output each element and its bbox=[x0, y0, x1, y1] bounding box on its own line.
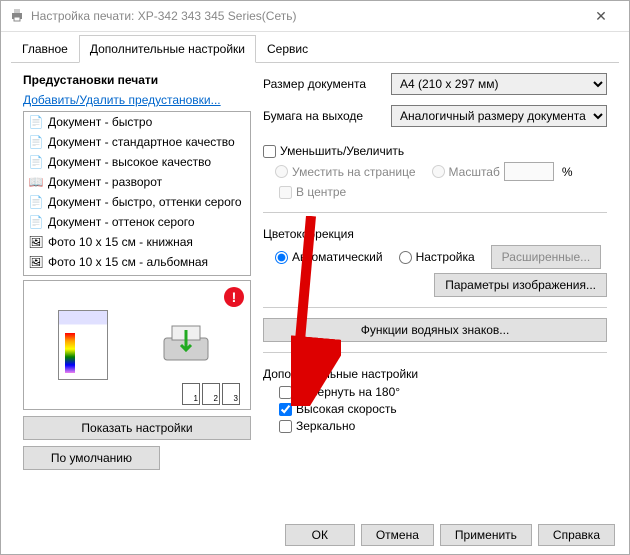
bottom-button-bar: ОК Отмена Применить Справка bbox=[285, 524, 615, 546]
content-area: Предустановки печати Добавить/Удалить пр… bbox=[11, 62, 619, 502]
color-auto-radio[interactable] bbox=[275, 251, 288, 264]
center-checkbox bbox=[279, 186, 292, 199]
doc-size-label: Размер документа bbox=[263, 77, 383, 91]
additional-title: Дополнительные настройки bbox=[263, 367, 607, 381]
photo-icon: 🖼 bbox=[28, 234, 44, 250]
mirror-checkbox[interactable] bbox=[279, 420, 292, 433]
fit-page-label: Уместить на странице bbox=[292, 165, 416, 179]
presets-heading: Предустановки печати bbox=[23, 73, 251, 87]
tab-more-settings[interactable]: Дополнительные настройки bbox=[79, 35, 256, 63]
defaults-button[interactable]: По умолчанию bbox=[23, 446, 160, 470]
preset-item[interactable]: 📖 Документ - разворот bbox=[24, 172, 250, 192]
cancel-button[interactable]: Отмена bbox=[361, 524, 434, 546]
tab-main[interactable]: Главное bbox=[11, 35, 79, 63]
help-button[interactable]: Справка bbox=[538, 524, 615, 546]
center-label: В центре bbox=[296, 185, 346, 199]
preset-label: Документ - стандартное качество bbox=[48, 135, 235, 149]
preview-printer-icon bbox=[156, 320, 216, 370]
preset-item[interactable]: 📄 Документ - оттенок серого bbox=[24, 212, 250, 232]
tab-strip: Главное Дополнительные настройки Сервис bbox=[1, 31, 629, 62]
additional-settings-group: Дополнительные настройки Повернуть на 18… bbox=[263, 367, 607, 436]
high-speed-checkbox[interactable] bbox=[279, 403, 292, 416]
doc-gray-icon: 📄 bbox=[28, 194, 44, 210]
scale-input bbox=[504, 162, 554, 181]
window-title: Настройка печати: XP-342 343 345 Series(… bbox=[31, 9, 581, 23]
doc-icon: 📄 bbox=[28, 154, 44, 170]
page-copies-icon: 123 bbox=[182, 383, 240, 405]
apply-button[interactable]: Применить bbox=[440, 524, 532, 546]
spread-icon: 📖 bbox=[28, 174, 44, 190]
reduce-enlarge-checkbox[interactable] bbox=[263, 145, 276, 158]
color-custom-label: Настройка bbox=[416, 250, 475, 264]
mirror-label: Зеркально bbox=[296, 419, 355, 433]
show-settings-button[interactable]: Показать настройки bbox=[23, 416, 251, 440]
reduce-enlarge-group: Уменьшить/Увеличить Уместить на странице… bbox=[263, 141, 607, 202]
preview-box: ! 123 bbox=[23, 280, 251, 410]
color-auto-label: Автоматический bbox=[292, 250, 383, 264]
watermark-button[interactable]: Функции водяных знаков... bbox=[263, 318, 607, 342]
photo-icon: 🖼 bbox=[28, 254, 44, 270]
print-settings-window: Настройка печати: XP-342 343 345 Series(… bbox=[0, 0, 630, 555]
output-paper-select[interactable]: Аналогичный размеру документа bbox=[391, 105, 607, 127]
preset-label: Фото 10 x 15 см - альбомная bbox=[48, 255, 208, 269]
rotate-180-label: Повернуть на 180° bbox=[296, 385, 400, 399]
preset-item[interactable]: 📄 Документ - высокое качество bbox=[24, 152, 250, 172]
preset-item[interactable]: 🖼 Фото 10 x 15 см - альбомная bbox=[24, 252, 250, 272]
doc-gray-icon: 📄 bbox=[28, 214, 44, 230]
preset-item[interactable]: 📄 Документ - быстро, оттенки серого bbox=[24, 192, 250, 212]
color-correction-group: Цветокоррекция Автоматический Настройка … bbox=[263, 227, 607, 297]
printer-icon bbox=[9, 7, 25, 26]
high-speed-label: Высокая скорость bbox=[296, 402, 397, 416]
preset-label: Документ - высокое качество bbox=[48, 155, 211, 169]
image-params-button[interactable]: Параметры изображения... bbox=[434, 273, 607, 297]
preview-document-icon bbox=[58, 310, 108, 380]
rotate-180-checkbox[interactable] bbox=[279, 386, 292, 399]
output-paper-row: Бумага на выходе Аналогичный размеру док… bbox=[263, 105, 607, 127]
doc-size-row: Размер документа A4 (210 x 297 мм) bbox=[263, 73, 607, 95]
preset-label: Документ - быстро, оттенки серого bbox=[48, 195, 242, 209]
doc-size-select[interactable]: A4 (210 x 297 мм) bbox=[391, 73, 607, 95]
alert-icon: ! bbox=[224, 287, 244, 307]
doc-icon: 📄 bbox=[28, 134, 44, 150]
preset-label: Документ - разворот bbox=[48, 175, 162, 189]
reduce-enlarge-label: Уменьшить/Увеличить bbox=[280, 144, 404, 158]
titlebar: Настройка печати: XP-342 343 345 Series(… bbox=[1, 1, 629, 31]
scale-radio bbox=[432, 165, 445, 178]
color-custom-radio[interactable] bbox=[399, 251, 412, 264]
add-remove-presets-link[interactable]: Добавить/Удалить предустановки... bbox=[23, 93, 251, 107]
scale-label: Масштаб bbox=[449, 165, 500, 179]
preset-list[interactable]: 📄 Документ - быстро 📄 Документ - стандартн… bbox=[23, 111, 251, 276]
preset-item[interactable]: 🖼 Фото 10 x 15 см - книжная bbox=[24, 232, 250, 252]
preset-label: Документ - оттенок серого bbox=[48, 215, 195, 229]
output-paper-label: Бумага на выходе bbox=[263, 109, 383, 123]
advanced-color-button: Расширенные... bbox=[491, 245, 602, 269]
preset-item[interactable]: 📄 Документ - стандартное качество bbox=[24, 132, 250, 152]
fit-page-radio bbox=[275, 165, 288, 178]
preset-label: Фото 10 x 15 см - книжная bbox=[48, 235, 193, 249]
percent-label: % bbox=[562, 165, 573, 179]
tab-service[interactable]: Сервис bbox=[256, 35, 319, 63]
ok-button[interactable]: ОК bbox=[285, 524, 355, 546]
close-button[interactable]: ✕ bbox=[581, 2, 621, 30]
preset-item[interactable]: 📄 Документ - быстро bbox=[24, 112, 250, 132]
left-column: Предустановки печати Добавить/Удалить пр… bbox=[23, 73, 251, 492]
doc-icon: 📄 bbox=[28, 114, 44, 130]
preset-label: Документ - быстро bbox=[48, 115, 152, 129]
color-correction-title: Цветокоррекция bbox=[263, 227, 607, 241]
right-column: Размер документа A4 (210 x 297 мм) Бумаг… bbox=[263, 73, 607, 492]
